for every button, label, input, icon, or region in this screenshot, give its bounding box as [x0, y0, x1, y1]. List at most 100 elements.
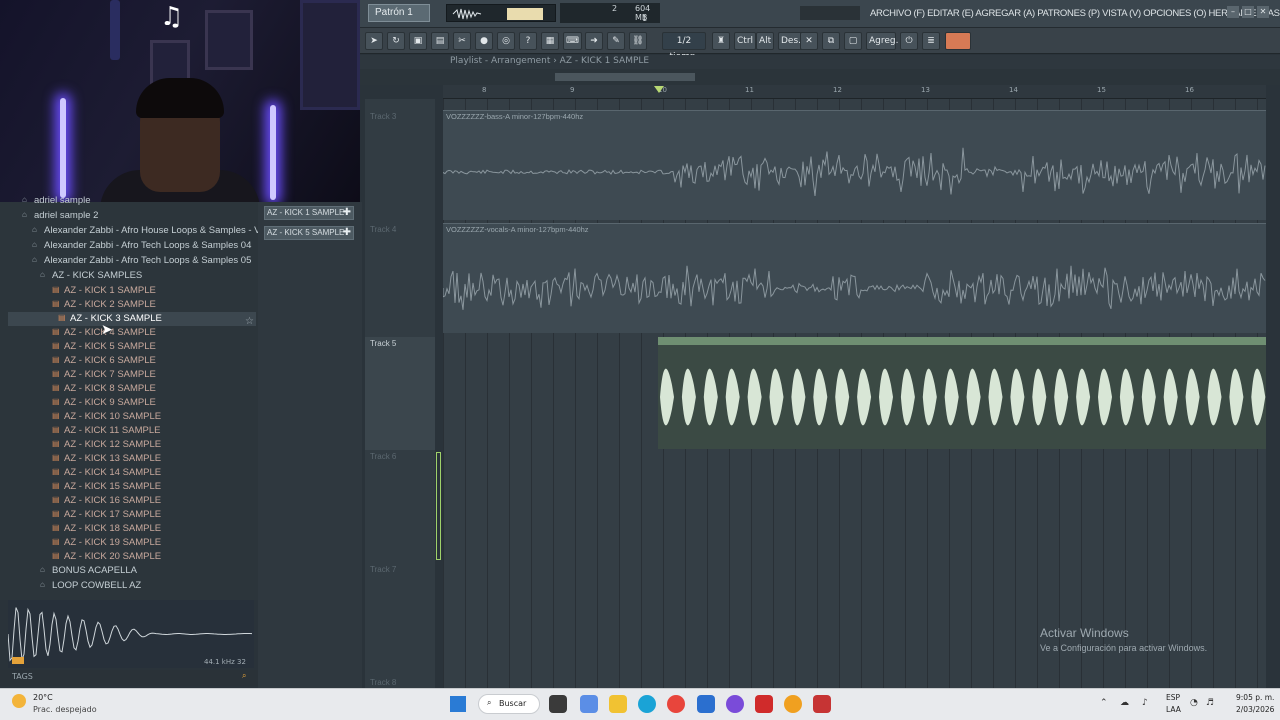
mic-tray-icon[interactable]: ♪ — [1142, 698, 1148, 708]
browser-sample[interactable]: ▤ AZ - KICK 20 SAMPLE — [8, 550, 256, 564]
browser-sample[interactable]: ▤ AZ - KICK 14 SAMPLE — [8, 466, 256, 480]
playhead-marker[interactable] — [654, 86, 664, 93]
help-icon[interactable]: ? — [519, 32, 537, 50]
start-icon[interactable] — [450, 696, 466, 712]
track-name[interactable]: Track 8 — [370, 678, 396, 687]
browser-sample[interactable]: ▤ AZ - KICK 3 SAMPLE — [8, 312, 256, 326]
edge-icon[interactable] — [638, 695, 656, 713]
browser-sample[interactable]: ▤ AZ - KICK 5 SAMPLE — [8, 340, 256, 354]
browser-folder[interactable]: ⌂ Alexander Zabbi - Afro Tech Loops & Sam… — [8, 239, 256, 253]
track-name[interactable]: Track 7 — [370, 565, 396, 574]
track-name[interactable]: Track 5 — [370, 339, 396, 348]
picker-item[interactable]: AZ - KICK 1 SAMPLE ✚ — [264, 206, 354, 220]
agreg-button[interactable]: Agreg. — [866, 32, 898, 50]
browser-folder[interactable]: ⌂ LOOP COWBELL AZ — [8, 579, 256, 593]
volume-icon[interactable]: ♬ — [1206, 698, 1214, 708]
pattern-selector[interactable]: Patrón 1 — [368, 4, 430, 22]
browser-sample[interactable]: ▤ AZ - KICK 2 SAMPLE — [8, 298, 256, 312]
kick-hit — [769, 368, 784, 426]
track-name[interactable]: Track 3 — [370, 112, 396, 121]
browser-sample[interactable]: ▤ AZ - KICK 6 SAMPLE — [8, 354, 256, 368]
track-name[interactable]: Track 6 — [370, 452, 396, 461]
browser-folder[interactable]: ⌂ Alexander Zabbi - Afro House Loops & Sa… — [8, 224, 275, 238]
app2-icon[interactable] — [813, 695, 831, 713]
network-icon[interactable]: ☁ — [1120, 698, 1129, 708]
lang-indicator-2[interactable]: LAA — [1166, 705, 1181, 714]
browser-sample[interactable]: ▤ AZ - KICK 17 SAMPLE — [8, 508, 256, 522]
clock-time[interactable]: 9:05 p. m. — [1236, 693, 1274, 702]
clock-date[interactable]: 2/03/2026 — [1236, 705, 1274, 714]
minimize-icon[interactable]: – — [1227, 6, 1239, 18]
browser-sample[interactable]: ▤ AZ - KICK 11 SAMPLE — [8, 424, 256, 438]
cut-icon[interactable]: ✂ — [453, 32, 471, 50]
save-icon[interactable]: ▣ — [409, 32, 427, 50]
mixer-icon[interactable]: ≣ — [922, 32, 940, 50]
plus-icon[interactable]: ✚ — [343, 227, 351, 239]
arrow-right-icon[interactable]: ➜ — [585, 32, 603, 50]
grid-icon[interactable]: ▦ — [541, 32, 559, 50]
loop-icon[interactable]: ↻ — [387, 32, 405, 50]
browser-sample[interactable]: ▤ AZ - KICK 15 SAMPLE — [8, 480, 256, 494]
search-icon[interactable]: ⌕ — [242, 671, 246, 681]
piano-icon[interactable]: ▤ — [431, 32, 449, 50]
taskview-icon[interactable] — [549, 695, 567, 713]
star-icon[interactable]: ☆ — [245, 316, 254, 327]
picker-item[interactable]: AZ - KICK 5 SAMPLE ✚ — [264, 226, 354, 240]
weather-icon[interactable] — [12, 694, 26, 708]
keyboard-icon[interactable]: ⌨ — [563, 32, 582, 50]
cursor-tool-icon[interactable]: ➤ — [365, 32, 383, 50]
draw-icon[interactable]: ✎ — [607, 32, 625, 50]
stamp-icon[interactable]: ♜ — [712, 32, 730, 50]
browser-folder[interactable]: ⌂ adriel sample — [8, 194, 256, 208]
store-icon[interactable] — [697, 695, 715, 713]
horizontal-scrollbar[interactable] — [555, 73, 695, 81]
plus-icon[interactable]: ✚ — [343, 207, 351, 219]
copilot-icon[interactable] — [580, 695, 598, 713]
wifi-icon[interactable]: ◔ — [1190, 698, 1198, 708]
browser-folder[interactable]: ⌂ Alexander Zabbi - Afro Tech Loops & Sam… — [8, 254, 256, 268]
browser-sample[interactable]: ▤ AZ - KICK 16 SAMPLE — [8, 494, 256, 508]
browser-folder[interactable]: ⌂ AZ - KICK SAMPLES — [8, 269, 256, 283]
track-header-active[interactable] — [365, 337, 435, 450]
browser-sample[interactable]: ▤ AZ - KICK 7 SAMPLE — [8, 368, 256, 382]
browser-sample[interactable]: ▤ AZ - KICK 1 SAMPLE — [8, 284, 256, 298]
browser-folder[interactable]: ⌂ adriel sample 2 — [8, 209, 256, 223]
search-box[interactable]: ⌕ Buscar — [478, 694, 540, 714]
mic-icon[interactable]: ● — [475, 32, 493, 50]
close-tool-icon[interactable]: ✕ — [800, 32, 818, 50]
browser-sample[interactable]: ▤ AZ - KICK 8 SAMPLE — [8, 382, 256, 396]
fl-studio-icon[interactable] — [784, 695, 802, 713]
track-selection-bar[interactable] — [436, 452, 441, 560]
close-icon[interactable]: ✕ — [1257, 6, 1269, 18]
plugin-icon[interactable]: ⏻ — [900, 32, 918, 50]
browser-sample[interactable]: ▤ AZ - KICK 18 SAMPLE — [8, 522, 256, 536]
snap-selector[interactable]: 1/2 tiemp. — [662, 32, 706, 62]
browser-sample[interactable]: ▤ AZ - KICK 10 SAMPLE — [8, 410, 256, 424]
browser-folder[interactable]: ⌂ BONUS ACAPELLA — [8, 564, 256, 578]
tags-bar[interactable]: TAGS ⌕ — [0, 670, 258, 686]
browser-sample[interactable]: ▤ AZ - KICK 19 SAMPLE — [8, 536, 256, 550]
browser-sample[interactable]: ▤ AZ - KICK 9 SAMPLE — [8, 396, 256, 410]
browser-sample[interactable]: ▤ AZ - KICK 12 SAMPLE — [8, 438, 256, 452]
chat-icon[interactable]: ◎ — [497, 32, 515, 50]
maximize-icon[interactable]: □ — [1242, 6, 1254, 18]
paste-icon[interactable]: ▢ — [844, 32, 862, 50]
timeline-ruler[interactable] — [443, 85, 1266, 99]
track-name[interactable]: Track 4 — [370, 225, 396, 234]
playlist-breadcrumb[interactable]: Playlist - Arrangement › AZ - KICK 1 SAM… — [450, 56, 649, 66]
browser-sample[interactable]: ▤ AZ - KICK 13 SAMPLE — [8, 452, 256, 466]
link-icon[interactable]: ⛓ — [629, 32, 647, 50]
picker-item-label: AZ - KICK 1 SAMPLE — [267, 208, 345, 217]
record-slider[interactable] — [945, 32, 971, 50]
lang-indicator[interactable]: ESP — [1166, 693, 1180, 702]
tray-chevron-icon[interactable]: ⌃ — [1100, 698, 1108, 708]
app-icon[interactable] — [755, 695, 773, 713]
explorer-icon[interactable] — [609, 695, 627, 713]
alt-button[interactable]: Alt — [756, 32, 775, 50]
copy-icon[interactable]: ⧉ — [822, 32, 840, 50]
ctrl-button[interactable]: Ctrl — [734, 32, 757, 50]
main-menu[interactable]: ARCHIVO (F) EDITAR (E) AGREGAR (A) PATRO… — [870, 8, 1280, 19]
chrome-icon[interactable] — [667, 695, 685, 713]
discord-icon[interactable] — [726, 695, 744, 713]
browser-sample[interactable]: ▤ AZ - KICK 4 SAMPLE — [8, 326, 256, 340]
